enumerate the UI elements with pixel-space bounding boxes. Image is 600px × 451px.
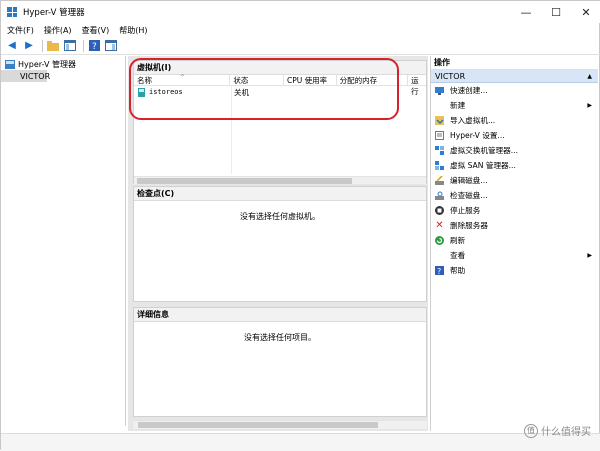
submenu-arrow-icon: ▶ bbox=[587, 102, 592, 109]
hyperv-manager-window: Hyper-V 管理器 — ☐ ✕ 文件(F) 操作(A) 查看(V) 帮助(H… bbox=[0, 0, 600, 451]
show-hide-console-tree-icon[interactable] bbox=[63, 39, 77, 53]
details-empty-message: 没有选择任何项目。 bbox=[244, 333, 316, 342]
tree-node-hyperv-manager[interactable]: Hyper-V 管理器 bbox=[1, 58, 125, 70]
actions-pane-header: 操作 bbox=[431, 56, 598, 70]
action-virtual-san-manager[interactable]: 虚拟 SAN 管理器... bbox=[431, 158, 598, 173]
title-bar: Hyper-V 管理器 — ☐ ✕ bbox=[1, 1, 600, 23]
status-bar bbox=[1, 433, 600, 451]
minimize-button[interactable]: — bbox=[511, 1, 541, 23]
action-label: 停止服务 bbox=[450, 206, 481, 215]
action-label: 虚拟 SAN 管理器... bbox=[450, 161, 516, 170]
action-remove-server[interactable]: ✕ 删除服务器 bbox=[431, 218, 598, 233]
settings-icon bbox=[435, 131, 444, 140]
action-label: 删除服务器 bbox=[450, 221, 488, 230]
close-button[interactable]: ✕ bbox=[571, 1, 600, 23]
checkpoint-empty-message: 没有选择任何虚拟机。 bbox=[240, 212, 320, 221]
import-vm-icon bbox=[435, 116, 444, 125]
folder-up-icon[interactable] bbox=[46, 39, 60, 53]
col-uptime[interactable]: 运行 bbox=[408, 75, 426, 96]
actions-section-victor[interactable]: VICTOR ▲ bbox=[431, 70, 598, 83]
tree-server-label: VICTOR bbox=[20, 71, 51, 81]
inspect-disk-icon bbox=[435, 191, 444, 200]
blank-icon bbox=[435, 251, 444, 260]
remove-server-icon: ✕ bbox=[435, 220, 444, 231]
vm-horizontal-scrollbar[interactable] bbox=[134, 176, 426, 184]
action-view[interactable]: 查看 ▶ bbox=[431, 248, 598, 263]
watermark-logo-icon: 值 bbox=[524, 423, 538, 438]
watermark: 值 什么值得买 bbox=[524, 423, 591, 438]
help-icon: ? bbox=[435, 266, 444, 275]
action-help[interactable]: ? 帮助 bbox=[431, 263, 598, 278]
action-hyperv-settings[interactable]: Hyper-V 设置... bbox=[431, 128, 598, 143]
action-new[interactable]: 新建 ▶ bbox=[431, 98, 598, 113]
quick-create-icon bbox=[435, 86, 444, 95]
action-import-vm[interactable]: 导入虚拟机... bbox=[431, 113, 598, 128]
hyperv-app-icon bbox=[7, 7, 17, 17]
hyperv-manager-icon bbox=[5, 59, 15, 69]
scrollbar-thumb[interactable] bbox=[138, 422, 378, 428]
details-panel: 详细信息 没有选择任何项目。 bbox=[133, 307, 427, 417]
san-manager-icon bbox=[435, 161, 444, 170]
action-label: Hyper-V 设置... bbox=[450, 131, 505, 140]
actions-pane: 操作 VICTOR ▲ 快速创建... 新建 ▶ 导入虚拟机... Hyper-… bbox=[430, 56, 598, 431]
switch-manager-icon bbox=[435, 146, 444, 155]
action-quick-create[interactable]: 快速创建... bbox=[431, 83, 598, 98]
tree-node-victor[interactable]: VICTOR bbox=[1, 70, 51, 82]
checkpoint-panel-header: 检查点(C) bbox=[134, 187, 426, 201]
menu-file[interactable]: 文件(F) bbox=[7, 25, 34, 36]
svg-text:?: ? bbox=[437, 267, 441, 275]
action-label: 帮助 bbox=[450, 266, 466, 275]
action-label: 检查磁盘... bbox=[450, 191, 488, 200]
menu-action[interactable]: 操作(A) bbox=[44, 25, 72, 36]
svg-text:?: ? bbox=[92, 42, 97, 51]
toolbar: ◀ ▶ ? bbox=[1, 37, 600, 55]
maximize-button[interactable]: ☐ bbox=[541, 1, 571, 23]
menu-view[interactable]: 查看(V) bbox=[82, 25, 110, 36]
help-icon[interactable]: ? bbox=[87, 39, 101, 53]
blank-icon bbox=[435, 101, 444, 110]
show-hide-action-pane-icon[interactable] bbox=[104, 39, 118, 53]
back-icon[interactable]: ◀ bbox=[5, 39, 19, 53]
action-refresh[interactable]: 刷新 bbox=[431, 233, 598, 248]
refresh-icon bbox=[435, 236, 444, 245]
submenu-arrow-icon: ▶ bbox=[587, 252, 592, 259]
edit-disk-icon bbox=[435, 176, 444, 185]
watermark-text: 什么值得买 bbox=[541, 427, 591, 438]
console-tree: Hyper-V 管理器 VICTOR bbox=[1, 56, 126, 426]
action-edit-disk[interactable]: 编辑磁盘... bbox=[431, 173, 598, 188]
action-stop-service[interactable]: 停止服务 bbox=[431, 203, 598, 218]
action-label: 新建 bbox=[450, 101, 466, 110]
action-inspect-disk[interactable]: 检查磁盘... bbox=[431, 188, 598, 203]
action-virtual-switch-manager[interactable]: 虚拟交换机管理器... bbox=[431, 143, 598, 158]
scrollbar-thumb[interactable] bbox=[137, 178, 352, 184]
forward-icon[interactable]: ▶ bbox=[22, 39, 36, 53]
action-label: 查看 bbox=[450, 251, 466, 260]
menu-help[interactable]: 帮助(H) bbox=[119, 25, 147, 36]
action-label: 快速创建... bbox=[450, 86, 488, 95]
action-label: 导入虚拟机... bbox=[450, 116, 496, 125]
menu-bar: 文件(F) 操作(A) 查看(V) 帮助(H) bbox=[1, 23, 600, 37]
checkpoint-panel: 检查点(C) 没有选择任何虚拟机。 bbox=[133, 186, 427, 302]
action-label: 编辑磁盘... bbox=[450, 176, 488, 185]
window-title: Hyper-V 管理器 bbox=[23, 8, 85, 18]
actions-section-label: VICTOR bbox=[435, 71, 466, 81]
toolbar-separator bbox=[83, 39, 84, 52]
action-label: 刷新 bbox=[450, 236, 466, 245]
red-highlight-annotation bbox=[129, 58, 399, 120]
stop-service-icon bbox=[435, 206, 444, 215]
collapse-arrow-icon[interactable]: ▲ bbox=[587, 73, 592, 80]
details-panel-header: 详细信息 bbox=[134, 308, 426, 322]
action-label: 虚拟交换机管理器... bbox=[450, 146, 518, 155]
toolbar-separator bbox=[42, 39, 43, 52]
tree-root-label: Hyper-V 管理器 bbox=[18, 59, 76, 69]
center-horizontal-scrollbar[interactable] bbox=[133, 420, 427, 429]
